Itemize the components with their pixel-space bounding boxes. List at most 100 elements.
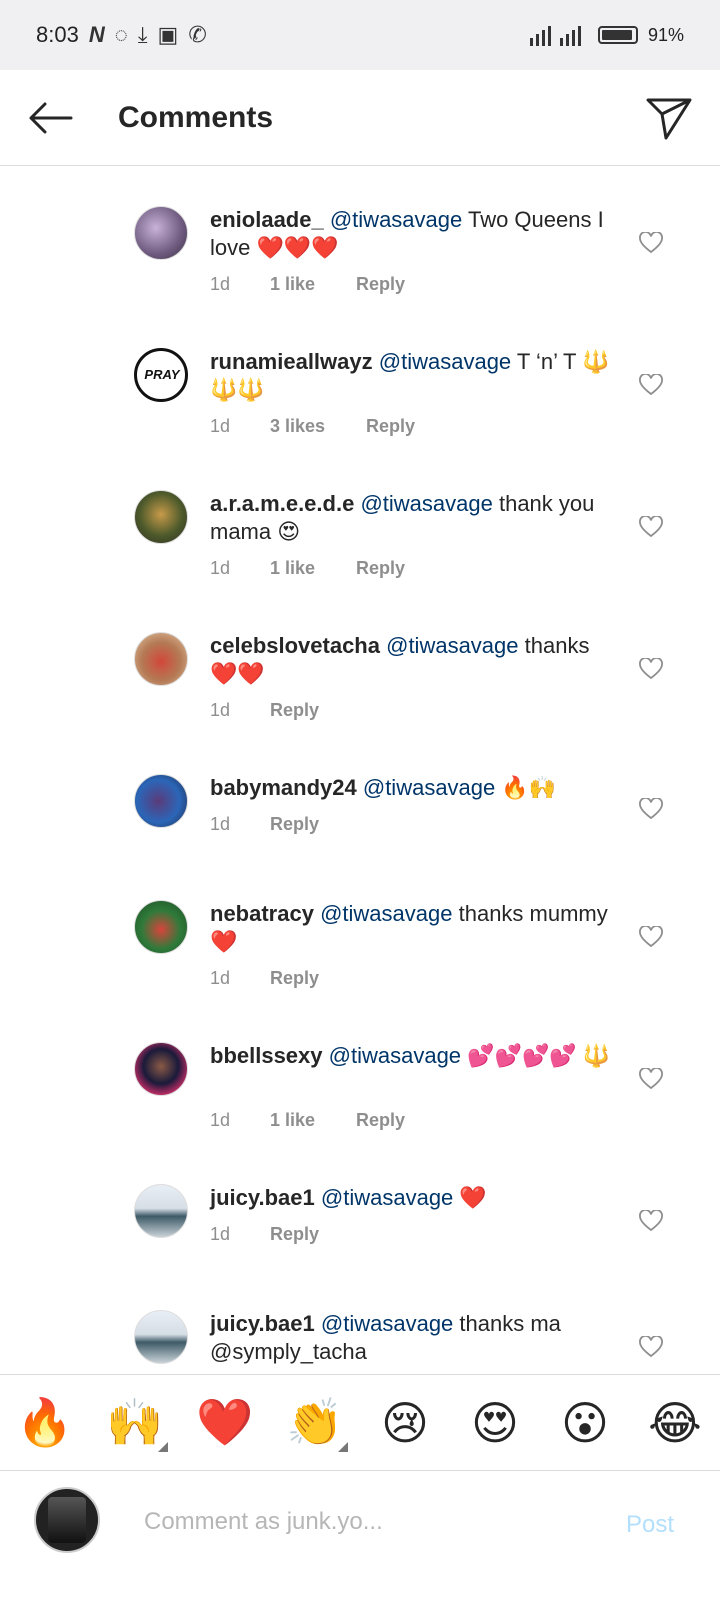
username[interactable]: juicy.bae1 xyxy=(210,1311,315,1336)
comment-emoji: 🔥🙌 xyxy=(501,775,557,800)
avatar-pray-logo: PRAY xyxy=(144,367,180,382)
avatar[interactable] xyxy=(134,206,188,260)
mention-link[interactable]: @tiwasavage xyxy=(321,1311,453,1336)
like-count[interactable]: 3 likes xyxy=(270,416,366,437)
mention-link[interactable]: @tiwasavage xyxy=(360,491,492,516)
heart-outline-icon xyxy=(639,658,663,680)
reply-button[interactable]: Reply xyxy=(270,1224,319,1245)
comment-composer: Post xyxy=(0,1470,720,1600)
reply-button[interactable]: Reply xyxy=(270,700,319,721)
username[interactable]: eniolaade_ xyxy=(210,207,324,232)
avatar[interactable] xyxy=(134,490,188,544)
emoji-raised-hands-button[interactable]: 🙌 xyxy=(100,1395,170,1452)
username[interactable]: babymandy24 xyxy=(210,775,357,800)
like-heart-button[interactable] xyxy=(636,1332,666,1362)
reply-button[interactable]: Reply xyxy=(356,274,405,295)
avatar[interactable] xyxy=(134,1042,188,1096)
like-heart-button[interactable] xyxy=(636,1064,666,1094)
mention-link[interactable]: @tiwasavage xyxy=(321,1185,453,1210)
comment-emoji: ❤️ xyxy=(210,929,238,954)
comment-text: celebslovetacha @tiwasavage thanks ❤️❤️ xyxy=(210,632,620,688)
comment-meta: 1d Reply xyxy=(210,814,319,835)
avatar[interactable] xyxy=(134,774,188,828)
mention-link[interactable]: @tiwasavage xyxy=(329,1043,461,1068)
like-heart-button[interactable] xyxy=(636,1206,666,1236)
comment-text: babymandy24 @tiwasavage 🔥🙌 xyxy=(210,774,620,802)
comment-body: thanks xyxy=(524,633,590,658)
reply-button[interactable]: Reply xyxy=(366,416,415,437)
comment-time: 1d xyxy=(210,274,231,294)
heart-outline-icon xyxy=(639,232,663,254)
comment-emoji: ❤️❤️ xyxy=(210,661,265,686)
like-heart-button[interactable] xyxy=(636,922,666,952)
mention-link[interactable]: @tiwasavage xyxy=(330,207,462,232)
whatsapp-icon: ✆ xyxy=(188,22,207,47)
chat-bubble-icon: ◌ xyxy=(114,22,128,47)
emoji-clap-button[interactable]: 👏 xyxy=(280,1395,350,1452)
app-bar: Comments xyxy=(0,70,720,166)
emoji-heart-eyes-button[interactable]: 😍 xyxy=(460,1396,530,1450)
avatar[interactable]: PRAY xyxy=(134,348,188,402)
like-count[interactable]: 1 like xyxy=(270,274,356,295)
share-button[interactable] xyxy=(644,94,694,142)
comment-meta: 1d 1 like Reply xyxy=(210,1110,405,1131)
avatar[interactable] xyxy=(134,1184,188,1238)
emoji-quick-bar: 🔥 🙌 ❤️ 👏 😢 😍 😮 😂 xyxy=(0,1374,720,1470)
username[interactable]: celebslovetacha xyxy=(210,633,380,658)
comment-time: 1d xyxy=(210,1224,231,1244)
comment-body: thanks mummy xyxy=(458,901,608,926)
battery-level: 91% xyxy=(647,24,684,45)
comment-text: nebatracy @tiwasavage thanks mummy ❤️ xyxy=(210,900,620,956)
mention-link[interactable]: @tiwasavage xyxy=(363,775,495,800)
username[interactable]: bbellssexy xyxy=(210,1043,323,1068)
heart-outline-icon xyxy=(639,374,663,396)
like-heart-button[interactable] xyxy=(636,654,666,684)
back-button[interactable] xyxy=(0,70,100,166)
heart-outline-icon xyxy=(639,1068,663,1090)
post-button[interactable]: Post xyxy=(626,1511,674,1539)
comment-meta: 1d Reply xyxy=(210,968,319,989)
emoji-heart-button[interactable]: ❤️ xyxy=(190,1395,260,1450)
emoji-surprised-button[interactable]: 😮 xyxy=(550,1396,620,1450)
comment-meta: 1d Reply xyxy=(210,700,319,721)
reply-button[interactable]: Reply xyxy=(270,814,319,835)
username[interactable]: nebatracy xyxy=(210,901,314,926)
emoji-raised-hands: 🙌 xyxy=(106,1396,164,1448)
comment-emoji: 💕💕💕💕 🔱 xyxy=(467,1043,611,1068)
battery-icon xyxy=(597,26,638,44)
skin-tone-indicator-icon xyxy=(158,1442,168,1452)
reply-button[interactable]: Reply xyxy=(356,1110,405,1131)
image-icon: ▣ xyxy=(157,22,179,47)
status-right: 91% xyxy=(528,24,684,46)
mention-link[interactable]: @tiwasavage xyxy=(379,349,511,374)
avatar-photo xyxy=(48,1497,86,1543)
emoji-fire-button[interactable]: 🔥 xyxy=(10,1395,80,1450)
like-count[interactable]: 1 like xyxy=(270,558,356,579)
mention-link[interactable]: @tiwasavage xyxy=(386,633,518,658)
like-heart-button[interactable] xyxy=(636,794,666,824)
username[interactable]: runamieallwayz xyxy=(210,349,373,374)
avatar[interactable] xyxy=(134,632,188,686)
username[interactable]: a.r.a.m.e.e.d.e xyxy=(210,491,354,516)
comment-time: 1d xyxy=(210,416,231,436)
heart-outline-icon xyxy=(639,1336,663,1358)
status-bar: 8:03 N ◌ ⤓ ▣ ✆ 91% xyxy=(0,0,720,70)
emoji-laughing-button[interactable]: 😂 xyxy=(640,1396,710,1450)
reply-button[interactable]: Reply xyxy=(270,968,319,989)
like-heart-button[interactable] xyxy=(636,228,666,258)
username[interactable]: juicy.bae1 xyxy=(210,1185,315,1210)
like-count[interactable]: 1 like xyxy=(270,1110,356,1131)
like-heart-button[interactable] xyxy=(636,370,666,400)
reply-button[interactable]: Reply xyxy=(356,558,405,579)
comment-list[interactable]: eniolaade_ @tiwasavage Two Queens I love… xyxy=(0,166,720,1374)
comment-meta: 1d 1 like Reply xyxy=(210,274,405,295)
like-heart-button[interactable] xyxy=(636,512,666,542)
comment-emoji: ❤️❤️❤️ xyxy=(256,235,339,260)
comment-body: T ‘n’ T xyxy=(516,349,576,374)
comment-time: 1d xyxy=(210,1110,231,1130)
comment-input[interactable] xyxy=(142,1501,586,1543)
emoji-cry-button[interactable]: 😢 xyxy=(370,1396,440,1450)
mention-link[interactable]: @tiwasavage xyxy=(320,901,452,926)
avatar[interactable] xyxy=(134,1310,188,1364)
avatar[interactable] xyxy=(134,900,188,954)
